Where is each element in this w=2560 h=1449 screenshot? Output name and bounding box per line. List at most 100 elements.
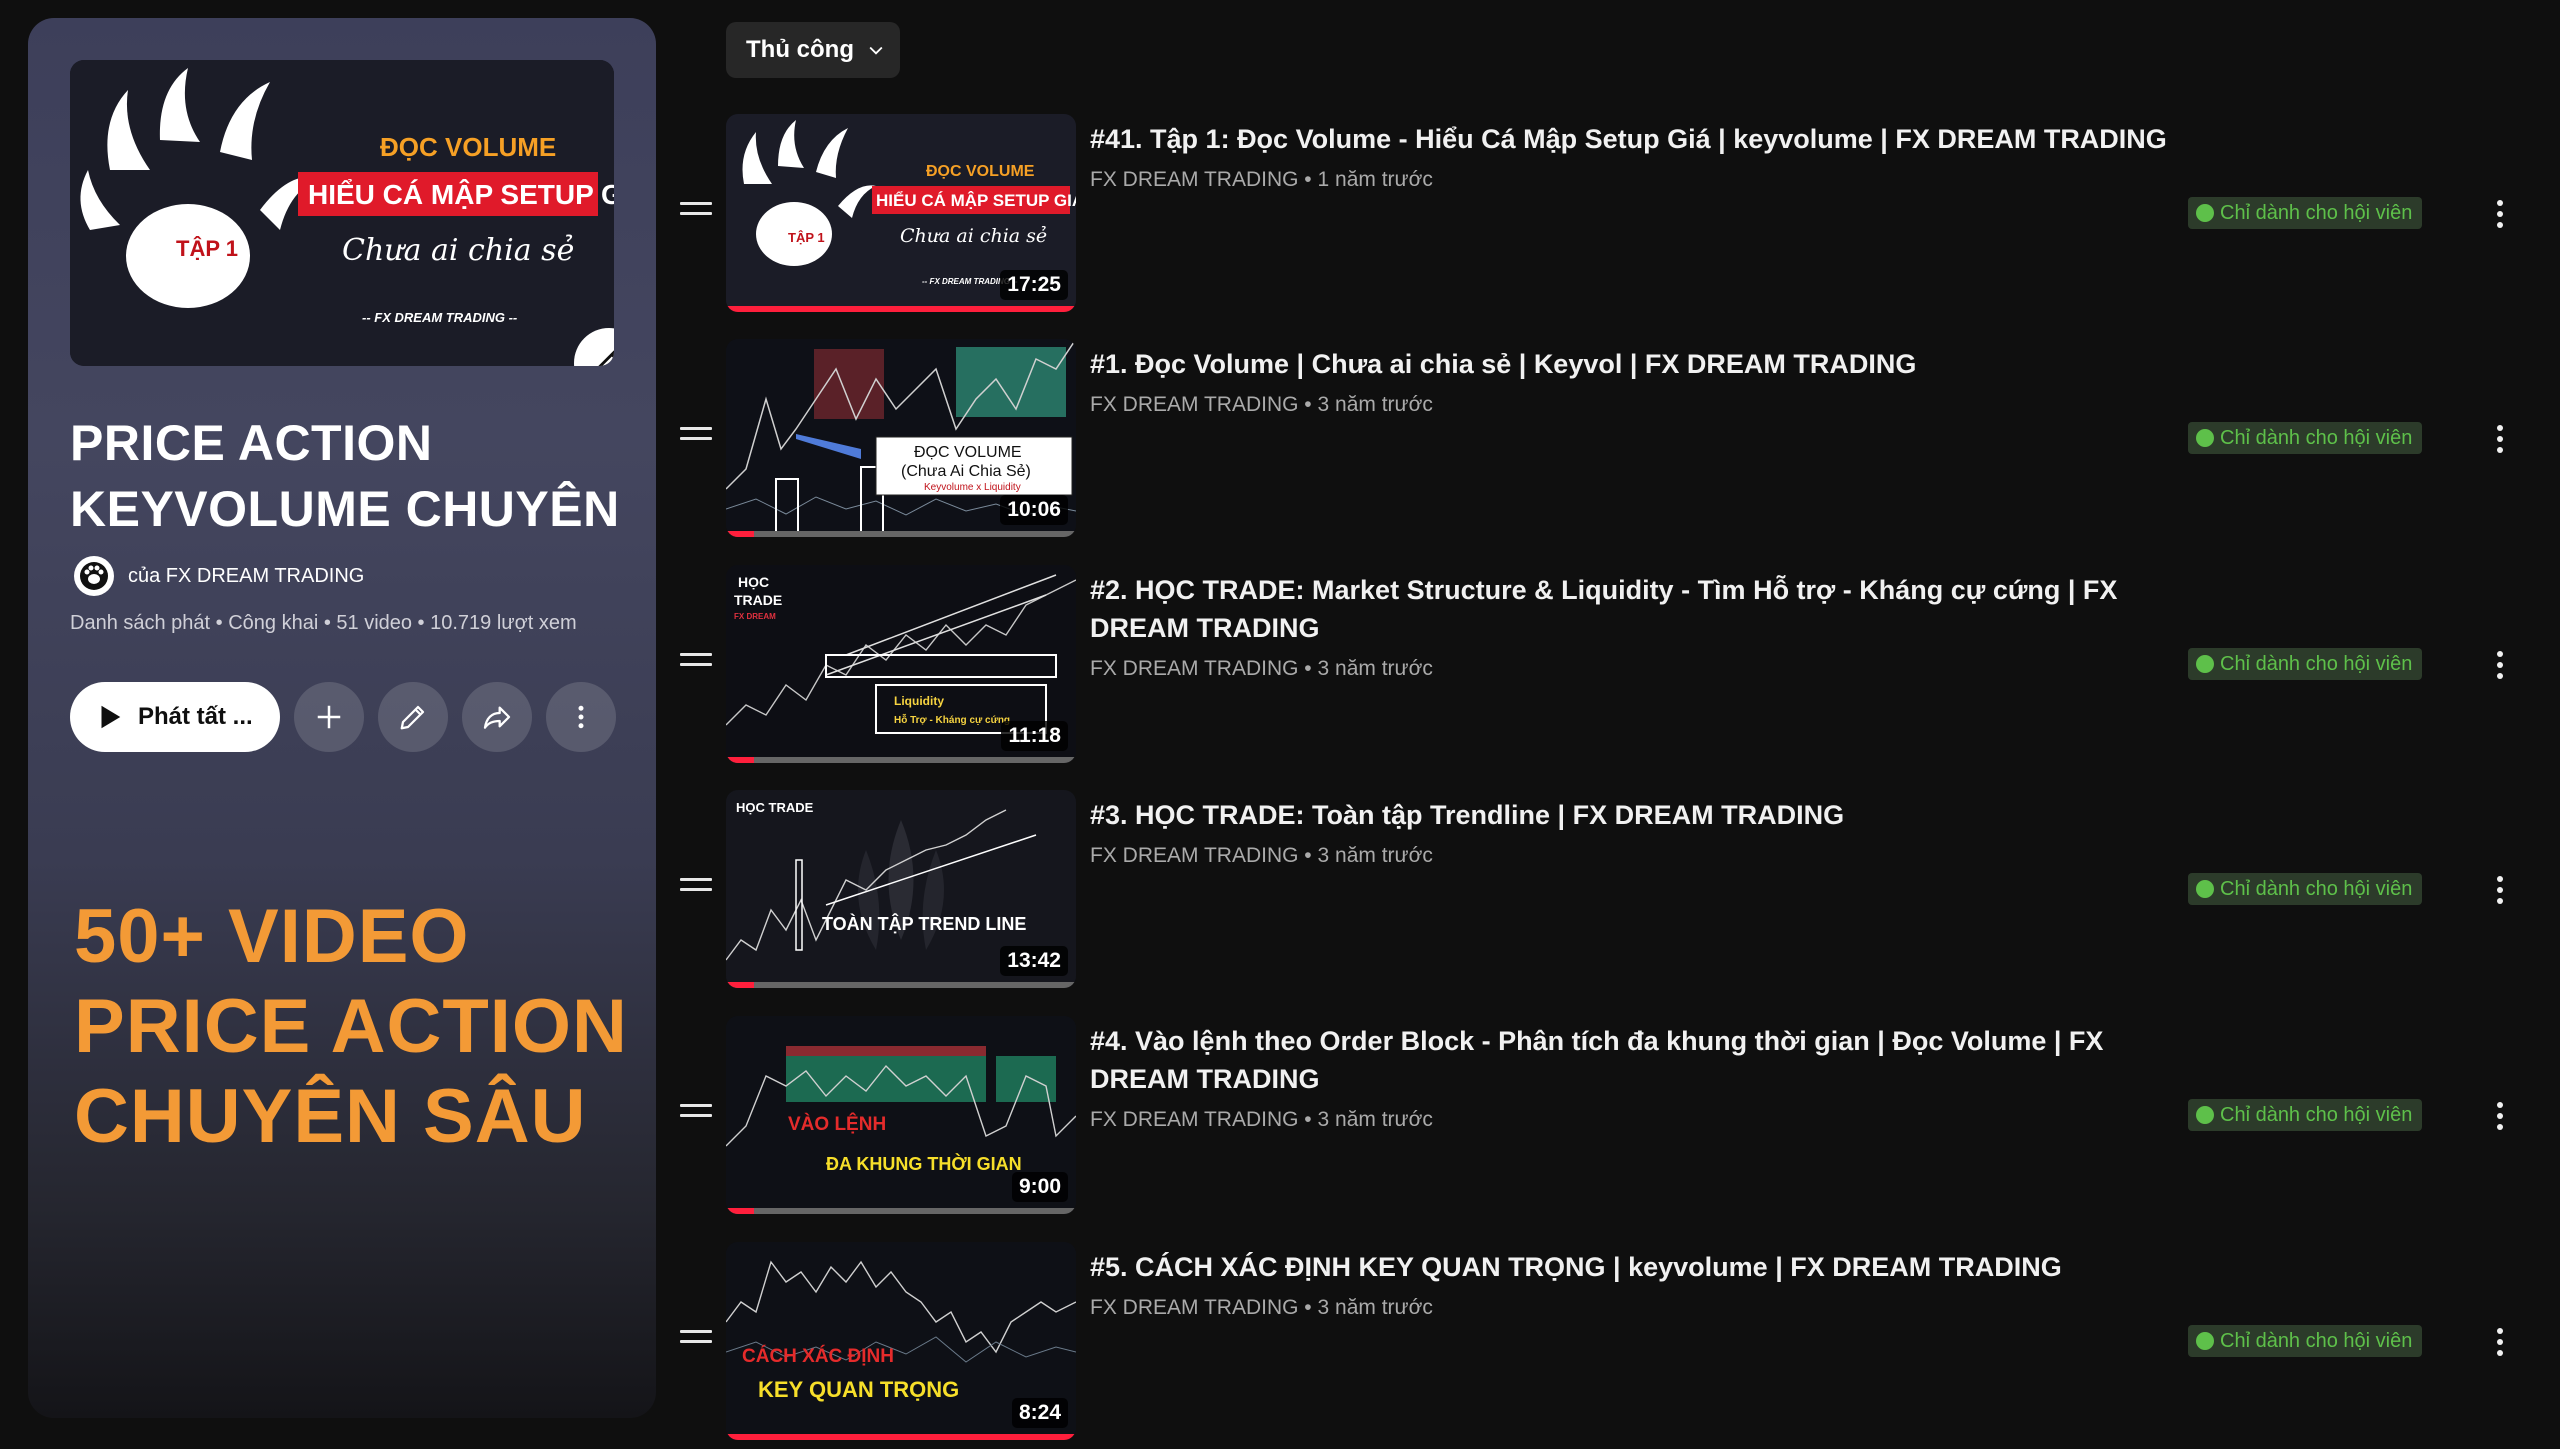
playlist-video-row[interactable]: HỌC TRADE TOÀN TẬP TREND LINE 13:42 #3. … [660,790,2560,990]
playlist-title-line2: KEYVOLUME CHUYÊN ... [70,481,630,537]
video-thumbnail[interactable]: VÀO LỆNH ĐA KHUNG THỜI GIAN 9:00 [726,1016,1076,1214]
video-duration: 9:00 [1011,1172,1068,1202]
sort-label: Thủ công [746,36,854,63]
video-thumbnail[interactable]: HỌC TRADE TOÀN TẬP TREND LINE 13:42 [726,790,1076,988]
thumb-text: HỌC [738,574,769,590]
video-meta: FX DREAM TRADING • 3 năm trước [1090,1296,1433,1319]
thumb-text: HIỂU CÁ MẬP SETUP GIÁ [876,191,1076,210]
playlist-title-line1: PRICE ACTION [70,415,433,471]
video-title[interactable]: #41. Tập 1: Đọc Volume - Hiểu Cá Mập Set… [1090,120,2170,158]
members-icon [2196,880,2214,898]
video-title[interactable]: #1. Đọc Volume | Chưa ai chia sẻ | Keyvo… [1090,345,2170,383]
drag-handle-icon[interactable] [680,653,712,675]
watch-progress-bar [726,1434,1076,1440]
video-channel[interactable]: FX DREAM TRADING [1090,657,1298,680]
thumb-text: Chưa ai chia sẻ [900,225,1047,247]
video-thumbnail[interactable]: ĐỌC VOLUME (Chưa Ai Chia Sẻ) Keyvolume x… [726,339,1076,537]
playlist-video-row[interactable]: TẬP 1 ĐỌC VOLUME HIỂU CÁ MẬP SETUP GIÁ C… [660,114,2560,314]
video-age: 3 năm trước [1317,1296,1433,1319]
kebab-menu-icon [578,705,584,729]
video-thumbnail[interactable]: TẬP 1 ĐỌC VOLUME HIỂU CÁ MẬP SETUP GIÁ C… [726,114,1076,312]
watch-progress-bar [726,531,1076,537]
video-channel[interactable]: FX DREAM TRADING [1090,1296,1298,1319]
thumb-text: FX DREAM [734,612,776,621]
playlist-video-row[interactable]: CÁCH XÁC ĐỊNH KEY QUAN TRỌNG 8:24 #5. CÁ… [660,1242,2560,1442]
thumb-text: Hỗ Trợ - Kháng cự cứng [894,713,1010,726]
plus-icon [317,705,341,729]
video-channel[interactable]: FX DREAM TRADING [1090,393,1298,416]
pencil-icon [400,705,425,730]
video-thumbnail[interactable]: CÁCH XÁC ĐỊNH KEY QUAN TRỌNG 8:24 [726,1242,1076,1440]
watch-progress-bar [726,757,1076,763]
thumb-text: TẬP 1 [788,230,825,245]
video-thumbnail[interactable]: HỌC TRADE FX DREAM Liquidity Hỗ Trợ - Kh… [726,565,1076,763]
video-title[interactable]: #2. HỌC TRADE: Market Structure & Liquid… [1090,571,2170,647]
thumb-text: (Chưa Ai Chia Sẻ) [901,463,1031,480]
drag-handle-icon[interactable] [680,1104,712,1126]
drag-handle-icon[interactable] [680,202,712,224]
paw-icon [80,562,108,590]
channel-avatar[interactable] [74,556,114,596]
play-all-button[interactable]: Phát tất ... [70,682,280,752]
thumb-text: KEY QUAN TRỌNG [758,1377,959,1402]
edit-playlist-button[interactable] [378,682,448,752]
cover-line3: Chưa ai chia sẻ [342,233,574,268]
promo-line3: CHUYÊN SÂU [74,1074,587,1159]
video-meta: FX DREAM TRADING • 3 năm trước [1090,657,1433,680]
video-meta: FX DREAM TRADING • 3 năm trước [1090,393,1433,416]
paw-claw-graphic: TẬP 1 ĐỌC VOLUME HIỂU CÁ MẬP SETUP GIÁ C… [70,60,614,366]
drag-handle-icon[interactable] [680,427,712,449]
members-only-badge: Chỉ dành cho hội viên [2188,1325,2423,1357]
video-age: 3 năm trước [1317,393,1433,416]
video-meta: FX DREAM TRADING • 3 năm trước [1090,1108,1433,1131]
video-menu-button[interactable] [2480,1096,2520,1136]
members-only-badge: Chỉ dành cho hội viên [2188,873,2423,905]
watch-progress-bar [726,1208,1076,1214]
video-channel[interactable]: FX DREAM TRADING [1090,844,1298,867]
drag-handle-icon[interactable] [680,1330,712,1352]
video-menu-button[interactable] [2480,645,2520,685]
video-meta: FX DREAM TRADING • 1 năm trước [1090,168,1433,191]
video-channel[interactable]: FX DREAM TRADING [1090,1108,1298,1131]
members-icon [2196,1106,2214,1124]
members-icon [2196,204,2214,222]
video-title[interactable]: #4. Vào lệnh theo Order Block - Phân tíc… [1090,1022,2170,1098]
playlist-meta: Danh sách phát • Công khai • 51 video • … [70,612,577,634]
video-title[interactable]: #3. HỌC TRADE: Toàn tập Trendline | FX D… [1090,796,2170,834]
video-channel[interactable]: FX DREAM TRADING [1090,168,1298,191]
video-age: 1 năm trước [1317,168,1433,191]
drag-handle-icon[interactable] [680,878,712,900]
cover-line1: ĐỌC VOLUME [380,132,556,162]
members-only-badge: Chỉ dành cho hội viên [2188,648,2423,680]
playlist-video-row[interactable]: HỌC TRADE FX DREAM Liquidity Hỗ Trợ - Kh… [660,565,2560,765]
playlist-title[interactable]: PRICE ACTION KEYVOLUME CHUYÊN ... [70,410,630,542]
playlist-video-row[interactable]: VÀO LỆNH ĐA KHUNG THỜI GIAN 9:00 #4. Vào… [660,1016,2560,1216]
playlist-owner[interactable]: của FX DREAM TRADING [74,556,364,596]
thumb-text: CÁCH XÁC ĐỊNH [742,1345,894,1367]
thumb-text: Liquidity [894,694,944,708]
video-title[interactable]: #5. CÁCH XÁC ĐỊNH KEY QUAN TRỌNG | keyvo… [1090,1248,2170,1286]
promo-line1: 50+ VIDEO [74,894,470,979]
sort-dropdown[interactable]: Thủ công [726,22,900,78]
add-button[interactable] [294,682,364,752]
members-icon [2196,655,2214,673]
video-duration: 10:06 [1000,495,1068,525]
playlist-cover[interactable]: TẬP 1 ĐỌC VOLUME HIỂU CÁ MẬP SETUP GIÁ C… [70,60,614,366]
members-icon [2196,1332,2214,1350]
thumb-text: Keyvolume x Liquidity [924,482,1021,493]
owner-name[interactable]: của FX DREAM TRADING [128,565,364,588]
members-only-badge: Chỉ dành cho hội viên [2188,197,2423,229]
watch-progress-bar [726,982,1076,988]
more-options-button[interactable] [546,682,616,752]
playlist-video-row[interactable]: ĐỌC VOLUME (Chưa Ai Chia Sẻ) Keyvolume x… [660,339,2560,539]
watch-progress-bar [726,306,1076,312]
video-duration: 13:42 [1000,946,1068,976]
video-menu-button[interactable] [2480,194,2520,234]
video-menu-button[interactable] [2480,870,2520,910]
video-menu-button[interactable] [2480,1322,2520,1362]
promo-line2: PRICE ACTION [74,984,628,1069]
share-button[interactable] [462,682,532,752]
members-only-badge: Chỉ dành cho hội viên [2188,1099,2423,1131]
video-duration: 17:25 [1000,270,1068,300]
video-menu-button[interactable] [2480,419,2520,459]
